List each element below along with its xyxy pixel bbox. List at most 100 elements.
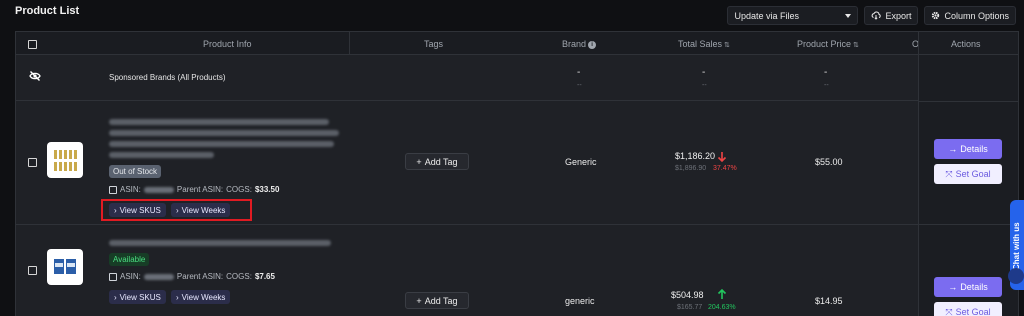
chevron-right-icon: › bbox=[176, 292, 179, 302]
add-tag-button[interactable]: + Add Tag bbox=[405, 292, 469, 309]
header-total-sales-label: Total Sales bbox=[678, 39, 723, 49]
plus-icon: + bbox=[416, 295, 422, 306]
actions-header: Actions bbox=[919, 32, 1019, 55]
chevron-right-icon: › bbox=[114, 205, 117, 215]
actions-cell: → Details ⤧ Set Goal bbox=[919, 101, 1019, 225]
update-select-label: Update via Files bbox=[734, 10, 799, 21]
external-link-icon[interactable] bbox=[109, 272, 117, 281]
view-skus-label: View SKUS bbox=[119, 292, 161, 302]
product-title-redacted bbox=[109, 152, 214, 158]
arrow-up-icon bbox=[717, 288, 727, 299]
view-weeks-label: View Weeks bbox=[181, 205, 226, 215]
asin-label: ASIN: bbox=[120, 185, 141, 194]
sales-change-pct: 204.63% bbox=[708, 304, 736, 311]
header-product-price-label: Product Price bbox=[797, 39, 852, 49]
sales-previous: $1,896.90 bbox=[675, 165, 707, 172]
table-header-row: Product Info Tags Brand i Total Sales ⇅ Pr… bbox=[16, 32, 1018, 55]
arrow-right-icon: → bbox=[948, 282, 958, 292]
actions-column: Actions → Details ⤧ Set Goal → Details ⤧… bbox=[918, 32, 1019, 316]
product-row: Available ASIN: Parent ASIN: COGS: $7.65… bbox=[16, 225, 1018, 316]
sort-icon: ⇅ bbox=[853, 42, 859, 49]
chevron-down-icon bbox=[845, 13, 852, 18]
sponsored-brand-sub: -- bbox=[577, 82, 582, 89]
actions-cell: → Details ⤧ Set Goal bbox=[919, 225, 1019, 316]
details-label: Details bbox=[960, 282, 988, 292]
sponsored-price: - bbox=[824, 67, 828, 78]
chat-label: Chat with us bbox=[1012, 222, 1021, 270]
product-thumbnail[interactable] bbox=[47, 249, 83, 285]
plus-icon: + bbox=[416, 156, 422, 167]
arrow-down-icon bbox=[717, 152, 727, 163]
sponsored-label: Sponsored Brands (All Products) bbox=[109, 73, 226, 82]
asin-label: ASIN: bbox=[120, 272, 141, 281]
chat-icon[interactable] bbox=[1008, 268, 1024, 284]
arrow-right-icon: → bbox=[948, 144, 958, 154]
row-checkbox[interactable] bbox=[28, 158, 37, 167]
details-button[interactable]: → Details bbox=[934, 139, 1002, 159]
cloud-download-icon bbox=[872, 11, 882, 20]
toolbar: Update via Files Export Column Options bbox=[727, 6, 1016, 25]
column-options-button[interactable]: Column Options bbox=[924, 6, 1016, 25]
header-actions: Actions bbox=[951, 39, 981, 49]
product-title-redacted bbox=[109, 141, 334, 147]
sponsored-sales-sub: -- bbox=[702, 82, 707, 89]
product-table: Product Info Tags Brand i Total Sales ⇅ Pr… bbox=[15, 31, 1019, 316]
chevron-right-icon: › bbox=[176, 205, 179, 215]
status-badge: Out of Stock bbox=[109, 165, 162, 178]
parent-asin-label: Parent ASIN: bbox=[176, 272, 224, 281]
row-checkbox[interactable] bbox=[28, 266, 37, 275]
product-thumbnail[interactable] bbox=[47, 142, 83, 178]
export-button[interactable]: Export bbox=[864, 6, 919, 25]
asin-redacted bbox=[143, 186, 174, 193]
cogs-label: COGS: bbox=[226, 185, 252, 194]
sort-icon: ⇅ bbox=[724, 42, 730, 49]
page-title: Product List bbox=[15, 5, 80, 17]
header-product-price[interactable]: Product Price ⇅ bbox=[797, 39, 859, 49]
update-via-files-select[interactable]: Update via Files bbox=[727, 6, 859, 25]
details-button[interactable]: → Details bbox=[934, 277, 1002, 297]
add-tag-button[interactable]: + Add Tag bbox=[405, 153, 469, 170]
select-all-checkbox[interactable] bbox=[28, 40, 37, 49]
set-goal-button[interactable]: ⤧ Set Goal bbox=[934, 302, 1002, 316]
export-label: Export bbox=[885, 10, 912, 21]
view-skus-button[interactable]: › View SKUS bbox=[109, 203, 166, 217]
set-goal-label: Set Goal bbox=[955, 307, 991, 316]
header-total-sales[interactable]: Total Sales ⇅ bbox=[678, 39, 730, 49]
asin-redacted bbox=[143, 273, 174, 280]
external-link-icon[interactable] bbox=[109, 185, 117, 194]
view-skus-button[interactable]: › View SKUS bbox=[109, 290, 166, 304]
header-product-info: Product Info bbox=[203, 39, 252, 49]
sponsored-sales: - bbox=[702, 67, 706, 78]
view-weeks-button[interactable]: › View Weeks bbox=[171, 290, 231, 304]
add-tag-label: Add Tag bbox=[424, 295, 458, 306]
product-meta: ASIN: Parent ASIN: COGS: $7.65 bbox=[109, 272, 275, 281]
header-brand[interactable]: Brand i bbox=[562, 39, 597, 49]
product-meta: ASIN: Parent ASIN: COGS: $33.50 bbox=[109, 185, 279, 194]
header-brand-label: Brand bbox=[562, 39, 587, 49]
column-options-label: Column Options bbox=[944, 10, 1009, 21]
product-title-redacted bbox=[109, 119, 329, 125]
cogs-value: $7.65 bbox=[254, 272, 275, 281]
sponsored-brands-row: Sponsored Brands (All Products) - -- - -… bbox=[16, 55, 1018, 101]
header-tags: Tags bbox=[424, 39, 444, 49]
product-title-redacted bbox=[109, 240, 331, 246]
column-divider bbox=[349, 32, 350, 55]
sponsored-brand: - bbox=[577, 67, 581, 78]
total-sales-value: $504.98 bbox=[671, 290, 704, 300]
set-goal-label: Set Goal bbox=[955, 169, 991, 179]
parent-asin-label: Parent ASIN: bbox=[176, 185, 224, 194]
chevron-right-icon: › bbox=[114, 292, 117, 302]
view-skus-label: View SKUS bbox=[119, 205, 161, 215]
product-title-redacted bbox=[109, 130, 339, 136]
details-label: Details bbox=[960, 144, 988, 154]
set-goal-button[interactable]: ⤧ Set Goal bbox=[934, 164, 1002, 184]
sales-change-pct: 37.47% bbox=[713, 165, 737, 172]
status-badge: Available bbox=[109, 253, 150, 266]
sponsored-price-sub: -- bbox=[824, 82, 829, 89]
cogs-label: COGS: bbox=[226, 272, 252, 281]
brand-value: Generic bbox=[565, 157, 597, 167]
product-row: Out of Stock ASIN: Parent ASIN: COGS: $3… bbox=[16, 101, 1018, 225]
eye-off-icon[interactable] bbox=[29, 71, 41, 81]
product-price-value: $14.95 bbox=[815, 296, 843, 306]
view-weeks-button[interactable]: › View Weeks bbox=[171, 203, 231, 217]
